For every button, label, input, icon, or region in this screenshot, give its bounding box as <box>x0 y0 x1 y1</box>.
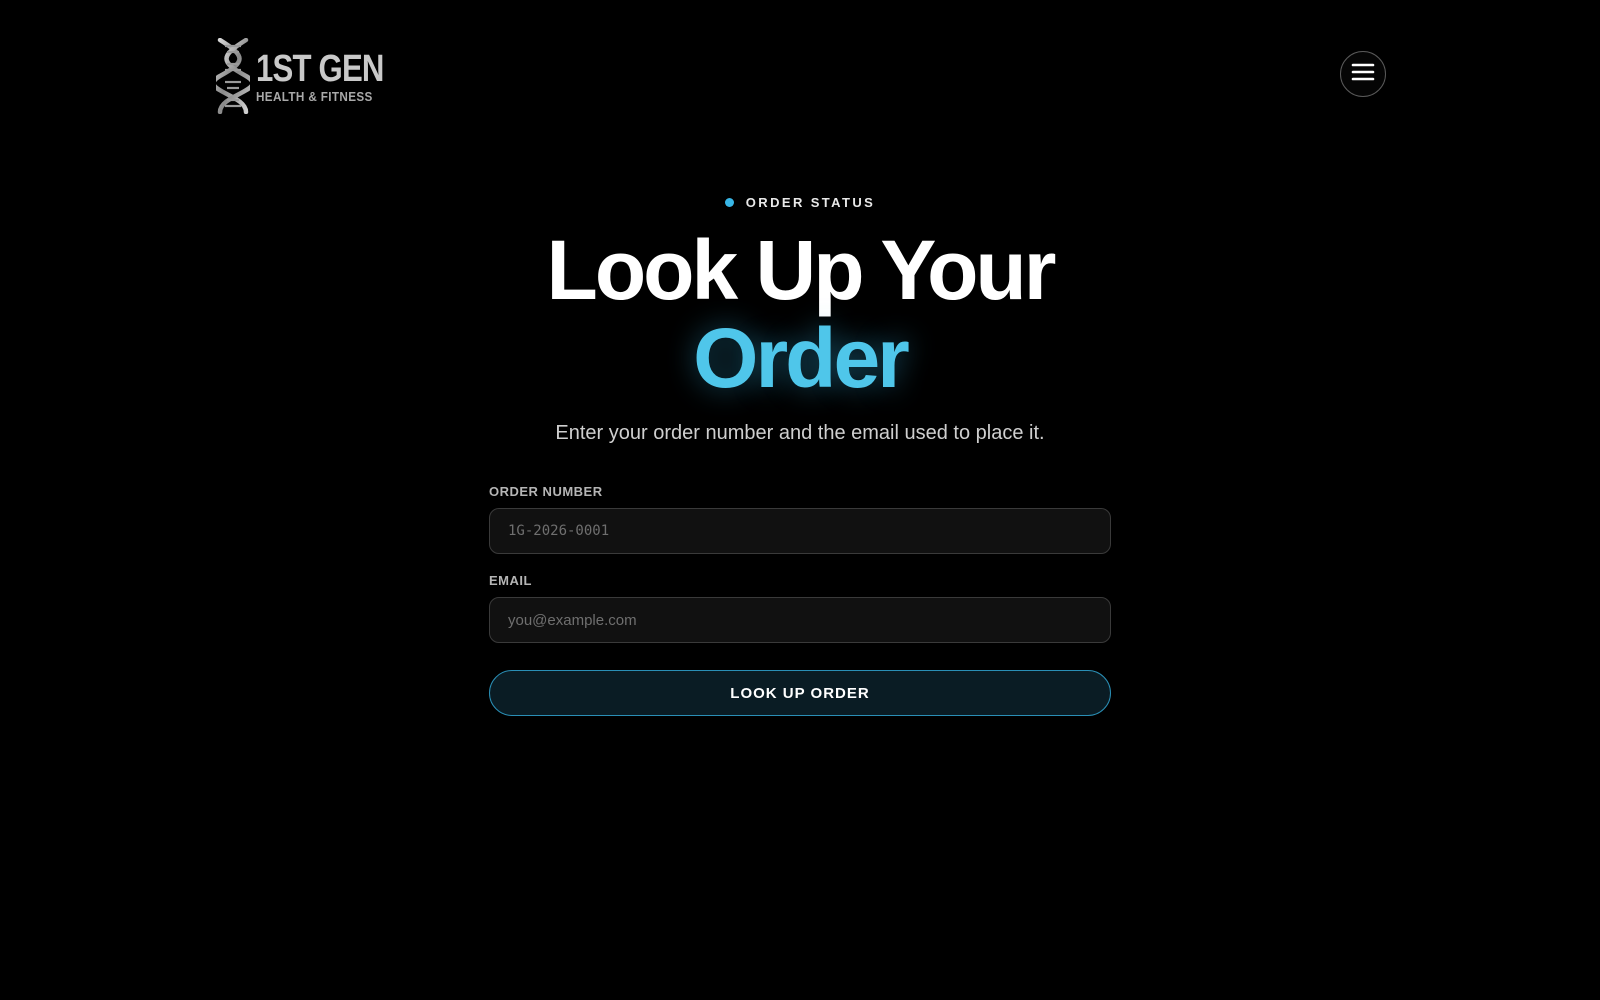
email-input[interactable] <box>489 597 1111 643</box>
logo-title: 1ST GEN <box>256 47 384 90</box>
eyebrow: ORDER STATUS <box>0 192 1600 212</box>
menu-button[interactable] <box>1340 51 1386 97</box>
logo-subtitle: HEALTH & FITNESS <box>256 88 373 104</box>
logo-text: 1ST GEN HEALTH & FITNESS <box>256 50 412 105</box>
site-logo[interactable]: 1ST GEN HEALTH & FITNESS <box>216 38 412 114</box>
order-number-label: ORDER NUMBER <box>489 484 603 499</box>
email-label: EMAIL <box>489 573 532 588</box>
order-lookup-form: ORDER NUMBER EMAIL LOOK UP ORDER <box>489 484 1111 716</box>
hamburger-menu-icon <box>1351 62 1375 87</box>
site-header: 1ST GEN HEALTH & FITNESS <box>0 0 1600 150</box>
status-dot-icon <box>724 197 734 207</box>
eyebrow-label: ORDER STATUS <box>745 194 876 210</box>
look-up-order-button[interactable]: LOOK UP ORDER <box>489 670 1111 716</box>
page-subtitle: Enter your order number and the email us… <box>555 422 1045 444</box>
page-title-line2: Order <box>693 311 910 405</box>
order-number-input[interactable] <box>489 508 1111 554</box>
dna-icon <box>216 38 250 114</box>
page-title-line1: Look Up Your <box>546 223 1057 317</box>
